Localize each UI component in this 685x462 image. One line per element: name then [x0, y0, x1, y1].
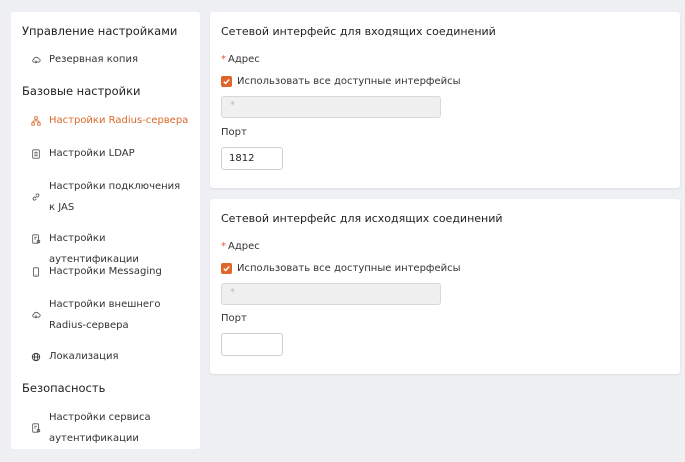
auth-document-icon	[30, 407, 42, 449]
incoming-address-label-text: Адрес	[228, 54, 260, 65]
outgoing-address-input[interactable]: *	[221, 283, 441, 305]
incoming-use-all-label: Использовать все доступные интерфейсы	[237, 76, 461, 87]
sidebar-item-external-radius[interactable]: Настройки внешнего Radius-сервера	[30, 294, 195, 336]
incoming-card-title: Сетевой интерфейс для входящих соединени…	[221, 25, 496, 38]
document-icon	[30, 143, 42, 164]
sidebar-item-messaging[interactable]: Настройки Messaging	[30, 261, 195, 282]
outgoing-card-title: Сетевой интерфейс для исходящих соединен…	[221, 212, 503, 225]
auth-document-icon	[30, 228, 42, 249]
outgoing-address-label: * Адрес	[221, 241, 260, 252]
sidebar-item-ldap[interactable]: Настройки LDAP	[30, 143, 195, 164]
globe-icon	[30, 346, 42, 367]
network-icon	[30, 110, 42, 131]
incoming-use-all-checkbox[interactable]	[221, 76, 232, 87]
outgoing-use-all-label: Использовать все доступные интерфейсы	[237, 263, 461, 274]
incoming-port-label: Порт	[221, 127, 247, 138]
incoming-address-label: * Адрес	[221, 54, 260, 65]
outgoing-interface-card: Сетевой интерфейс для исходящих соединен…	[210, 199, 680, 374]
sidebar-section-basic-settings: Базовые настройки	[22, 84, 141, 98]
incoming-use-all-checkbox-row[interactable]: Использовать все доступные интерфейсы	[221, 76, 461, 87]
phone-icon	[30, 261, 42, 282]
sidebar-item-backup[interactable]: Резервная копия	[30, 49, 195, 70]
sidebar-item-radius-server[interactable]: Настройки Radius-сервера	[30, 110, 195, 131]
sidebar-item-label: Резервная копия	[49, 54, 138, 65]
outgoing-use-all-checkbox[interactable]	[221, 263, 232, 274]
required-mark: *	[221, 54, 226, 65]
required-mark: *	[221, 241, 226, 252]
sidebar-item-auth-service[interactable]: Настройки сервиса аутентификации	[30, 407, 195, 449]
sidebar-item-label: Настройки подключения к JAS	[49, 181, 181, 213]
check-icon	[223, 266, 230, 272]
incoming-address-input[interactable]: *	[221, 96, 441, 118]
outgoing-use-all-checkbox-row[interactable]: Использовать все доступные интерфейсы	[221, 263, 461, 274]
incoming-interface-card: Сетевой интерфейс для входящих соединени…	[210, 12, 680, 188]
sidebar-item-label: Локализация	[49, 351, 119, 362]
sidebar-section-settings-management: Управление настройками	[22, 24, 178, 38]
cloud-sync-icon	[30, 294, 42, 336]
incoming-port-input[interactable]: 1812	[221, 147, 283, 170]
sidebar-item-localization[interactable]: Локализация	[30, 346, 195, 367]
sidebar: Управление настройками Резервная копия Б…	[11, 12, 200, 449]
sidebar-item-jas-connection[interactable]: Настройки подключения к JAS	[30, 176, 195, 218]
sidebar-item-label: Настройки LDAP	[49, 148, 135, 159]
sidebar-item-label: Настройки Radius-сервера	[49, 115, 189, 126]
outgoing-port-label: Порт	[221, 313, 247, 324]
link-icon	[30, 176, 42, 218]
outgoing-port-input[interactable]	[221, 333, 283, 356]
sidebar-section-security: Безопасность	[22, 381, 106, 395]
check-icon	[223, 79, 230, 85]
sidebar-item-label: Настройки сервиса аутентификации	[49, 412, 151, 444]
sidebar-item-label: Настройки Messaging	[49, 266, 162, 277]
outgoing-address-label-text: Адрес	[228, 241, 260, 252]
sidebar-item-label: Настройки внешнего Radius-сервера	[49, 299, 161, 331]
cloud-sync-icon	[30, 49, 42, 70]
